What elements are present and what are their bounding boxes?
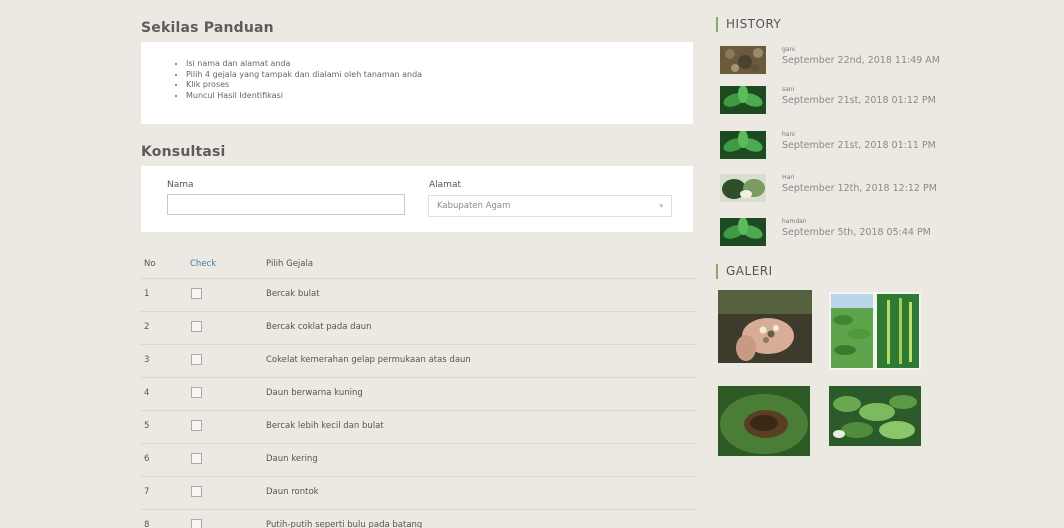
alamat-selected-value: Kabupaten Agam bbox=[437, 201, 511, 211]
galeri-title: GALERI bbox=[716, 264, 773, 279]
history-item[interactable]: sani September 21st, 2018 01:12 PM bbox=[720, 86, 1000, 116]
row-no: 4 bbox=[144, 388, 150, 398]
panduan-item: Isi nama dan alamat anda bbox=[186, 59, 693, 70]
gejala-checkbox[interactable] bbox=[191, 486, 202, 497]
row-gejala: Bercak lebih kecil dan bulat bbox=[266, 421, 384, 431]
history-name: hani bbox=[782, 131, 795, 138]
history-date: September 21st, 2018 01:11 PM bbox=[782, 140, 936, 151]
nama-input[interactable] bbox=[167, 194, 405, 215]
panduan-item: Muncul Hasil Identifikasi bbox=[186, 91, 693, 102]
galeri-image[interactable] bbox=[718, 386, 810, 456]
row-gejala: Daun berwarna kuning bbox=[266, 388, 363, 398]
gejala-checkbox[interactable] bbox=[191, 453, 202, 464]
panduan-box: Isi nama dan alamat anda Pilih 4 gejala … bbox=[141, 42, 693, 124]
panduan-item: Pilih 4 gejala yang tampak dan dialami o… bbox=[186, 70, 693, 81]
row-gejala: Cokelat kemerahan gelap permukaan atas d… bbox=[266, 355, 471, 365]
galeri-image[interactable] bbox=[829, 292, 921, 370]
row-no: 6 bbox=[144, 454, 150, 464]
history-name: gani bbox=[782, 46, 795, 53]
gejala-checkbox[interactable] bbox=[191, 387, 202, 398]
table-row: 1 Bercak bulat bbox=[141, 279, 697, 312]
history-thumbnail bbox=[720, 46, 766, 74]
alamat-label: Alamat bbox=[429, 180, 461, 190]
gejala-checkbox[interactable] bbox=[191, 420, 202, 431]
row-gejala: Bercak bulat bbox=[266, 289, 320, 299]
row-no: 1 bbox=[144, 289, 150, 299]
page: Sekilas Panduan Isi nama dan alamat anda… bbox=[0, 0, 1064, 528]
history-thumbnail bbox=[720, 218, 766, 246]
history-thumbnail bbox=[720, 131, 766, 159]
history-date: September 12th, 2018 12:12 PM bbox=[782, 183, 937, 194]
history-item[interactable]: gani September 22nd, 2018 11:49 AM bbox=[720, 46, 1000, 76]
chevron-down-icon: ▾ bbox=[659, 202, 663, 210]
panduan-title: Sekilas Panduan bbox=[141, 20, 274, 36]
row-gejala: Daun kering bbox=[266, 454, 318, 464]
nama-label: Nama bbox=[167, 180, 194, 190]
gejala-checkbox[interactable] bbox=[191, 321, 202, 332]
header-no: No bbox=[144, 259, 156, 269]
gejala-checkbox[interactable] bbox=[191, 519, 202, 528]
table-row: 5 Bercak lebih kecil dan bulat bbox=[141, 411, 697, 444]
gejala-checkbox[interactable] bbox=[191, 288, 202, 299]
table-row: 2 Bercak coklat pada daun bbox=[141, 312, 697, 345]
history-name: hamdan bbox=[782, 218, 807, 225]
gejala-checkbox[interactable] bbox=[191, 354, 202, 365]
row-no: 7 bbox=[144, 487, 150, 497]
alamat-select[interactable]: Kabupaten Agam ▾ bbox=[428, 195, 672, 217]
history-item[interactable]: Hari September 12th, 2018 12:12 PM bbox=[720, 174, 1000, 204]
panduan-item: Klik proses bbox=[186, 80, 693, 91]
table-row: 7 Daun rontok bbox=[141, 477, 697, 510]
galeri-image[interactable] bbox=[829, 386, 921, 446]
header-gejala: Pilih Gejala bbox=[266, 259, 314, 269]
table-row: 3 Cokelat kemerahan gelap permukaan atas… bbox=[141, 345, 697, 378]
galeri-image[interactable] bbox=[718, 290, 812, 363]
history-name: sani bbox=[782, 86, 795, 93]
konsultasi-form: Nama Alamat Kabupaten Agam ▾ bbox=[141, 166, 693, 232]
table-row: 8 Putih-putih seperti bulu pada batang bbox=[141, 510, 697, 528]
konsultasi-title: Konsultasi bbox=[141, 144, 226, 160]
row-no: 5 bbox=[144, 421, 150, 431]
history-item[interactable]: hamdan September 5th, 2018 05:44 PM bbox=[720, 218, 1000, 248]
row-no: 8 bbox=[144, 520, 150, 528]
row-gejala: Daun rontok bbox=[266, 487, 319, 497]
table-header: No Check Pilih Gejala bbox=[141, 252, 697, 279]
row-gejala: Bercak coklat pada daun bbox=[266, 322, 372, 332]
table-row: 4 Daun berwarna kuning bbox=[141, 378, 697, 411]
history-date: September 5th, 2018 05:44 PM bbox=[782, 227, 931, 238]
table-row: 6 Daun kering bbox=[141, 444, 697, 477]
panduan-list: Isi nama dan alamat anda Pilih 4 gejala … bbox=[141, 42, 693, 101]
history-thumbnail bbox=[720, 86, 766, 114]
row-gejala: Putih-putih seperti bulu pada batang bbox=[266, 520, 423, 528]
history-title: HISTORY bbox=[716, 17, 781, 32]
header-check: Check bbox=[190, 259, 217, 269]
history-date: September 22nd, 2018 11:49 AM bbox=[782, 55, 940, 66]
gejala-table: No Check Pilih Gejala 1 Bercak bulat 2 B… bbox=[141, 252, 697, 528]
history-thumbnail bbox=[720, 174, 766, 202]
history-date: September 21st, 2018 01:12 PM bbox=[782, 95, 936, 106]
row-no: 2 bbox=[144, 322, 150, 332]
row-no: 3 bbox=[144, 355, 150, 365]
history-item[interactable]: hani September 21st, 2018 01:11 PM bbox=[720, 131, 1000, 161]
history-name: Hari bbox=[782, 174, 795, 181]
